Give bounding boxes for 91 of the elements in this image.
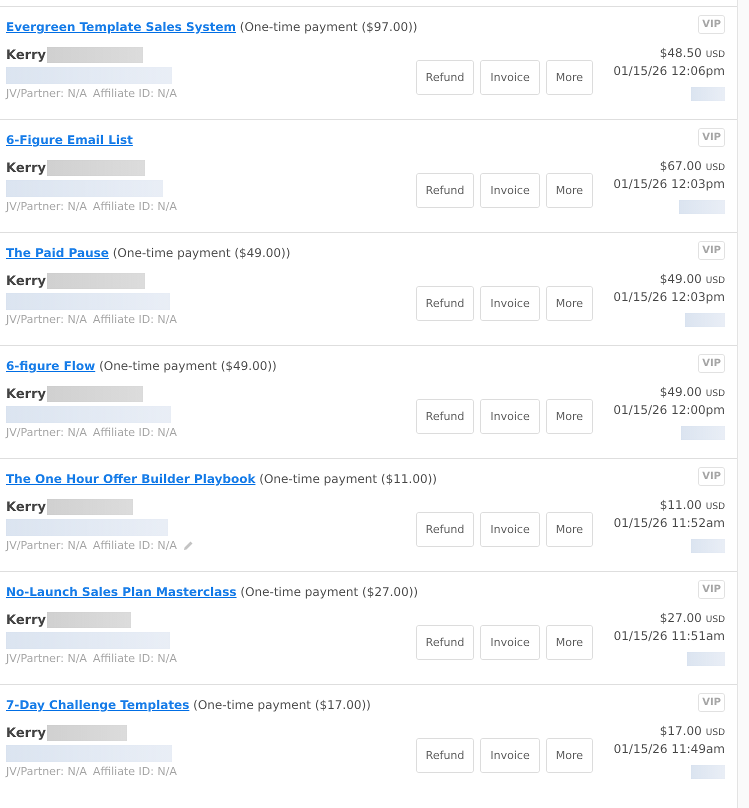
amount: $49.00 <box>660 385 702 399</box>
vip-badge: VIP <box>698 15 725 34</box>
order-date: 01/15/26 11:49am <box>614 742 725 756</box>
action-button[interactable]: More <box>546 512 593 547</box>
product-link[interactable]: Evergreen Template Sales System <box>6 20 236 34</box>
partner-label: JV/Partner: N/A <box>6 87 87 100</box>
vip-badge: VIP <box>698 241 725 260</box>
pencil-icon[interactable] <box>182 540 194 551</box>
currency: USD <box>706 502 725 512</box>
payment-terms: (One-time payment ($49.00)) <box>99 359 277 373</box>
action-button[interactable]: Refund <box>416 512 474 547</box>
payment-terms: (One-time payment ($49.00)) <box>112 246 290 260</box>
action-button[interactable]: Refund <box>416 738 474 773</box>
partner-label: JV/Partner: N/A <box>6 652 87 665</box>
action-button[interactable]: Invoice <box>480 60 540 95</box>
payment-terms: (One-time payment ($27.00)) <box>240 585 418 599</box>
order-date: 01/15/26 11:51am <box>614 629 725 643</box>
affiliate-label: Affiliate ID: N/A <box>92 426 177 439</box>
affiliate-label: Affiliate ID: N/A <box>92 652 177 665</box>
vip-badge: VIP <box>698 467 725 486</box>
customer-name: Kerry <box>6 726 46 740</box>
amount: $27.00 <box>660 611 702 625</box>
order-date: 01/15/26 12:00pm <box>613 403 725 417</box>
action-button[interactable]: Invoice <box>480 286 540 321</box>
order-date: 01/15/26 12:03pm <box>613 290 725 304</box>
customer-name: Kerry <box>6 160 46 176</box>
action-button[interactable]: More <box>546 399 593 434</box>
action-button[interactable]: More <box>546 286 593 321</box>
payment-terms: (One-time payment ($17.00)) <box>193 698 371 712</box>
product-link[interactable]: 7-Day Challenge Templates <box>6 698 190 712</box>
currency: USD <box>706 728 725 738</box>
currency: USD <box>706 615 725 625</box>
vip-badge: VIP <box>698 128 725 147</box>
payment-terms: (One-time payment ($97.00)) <box>240 20 418 34</box>
amount: $49.00 <box>660 272 702 286</box>
redaction-bar <box>679 200 725 214</box>
amount: $11.00 <box>660 498 702 512</box>
product-link[interactable]: 6-figure Flow <box>6 359 96 373</box>
action-button[interactable]: Invoice <box>480 738 540 773</box>
product-link[interactable]: 6-Figure Email List <box>6 133 133 147</box>
customer-name: Kerry <box>6 612 46 628</box>
action-button[interactable]: More <box>546 625 593 660</box>
redaction-bar <box>691 539 725 553</box>
vip-badge: VIP <box>698 580 725 599</box>
partner-label: JV/Partner: N/A <box>6 426 87 439</box>
affiliate-label: Affiliate ID: N/A <box>92 313 177 326</box>
payment-terms: (One-time payment ($11.00)) <box>259 472 437 486</box>
vip-badge: VIP <box>698 693 725 712</box>
amount: $17.00 <box>660 724 702 738</box>
action-button[interactable]: Refund <box>416 399 474 434</box>
partner-label: JV/Partner: N/A <box>6 765 87 778</box>
action-button[interactable]: Refund <box>416 173 474 208</box>
order-date: 01/15/26 12:06pm <box>613 64 725 78</box>
action-button[interactable]: Refund <box>416 286 474 321</box>
action-button[interactable]: More <box>546 738 593 773</box>
product-link[interactable]: The One Hour Offer Builder Playbook <box>6 472 256 486</box>
affiliate-label: Affiliate ID: N/A <box>92 87 177 100</box>
affiliate-label: Affiliate ID: N/A <box>92 200 177 213</box>
currency: USD <box>706 50 725 60</box>
currency: USD <box>706 389 725 399</box>
amount: $67.00 <box>660 159 702 173</box>
action-button[interactable]: Refund <box>416 625 474 660</box>
affiliate-label: Affiliate ID: N/A <box>92 539 177 552</box>
redaction-bar <box>691 765 725 779</box>
order-date: 01/15/26 11:52am <box>614 516 725 530</box>
partner-label: JV/Partner: N/A <box>6 539 87 552</box>
partner-label: JV/Partner: N/A <box>6 200 87 213</box>
currency: USD <box>706 163 725 173</box>
partner-label: JV/Partner: N/A <box>6 313 87 326</box>
action-button[interactable]: More <box>546 60 593 95</box>
redaction-bar <box>691 87 725 101</box>
currency: USD <box>706 276 725 286</box>
action-button[interactable]: Invoice <box>480 625 540 660</box>
redaction-bar <box>681 426 725 440</box>
action-button[interactable]: Invoice <box>480 173 540 208</box>
affiliate-label: Affiliate ID: N/A <box>92 765 177 778</box>
action-button[interactable]: More <box>546 173 593 208</box>
product-link[interactable]: The Paid Pause <box>6 246 109 260</box>
action-button[interactable]: Refund <box>416 60 474 95</box>
redaction-bar <box>685 313 725 327</box>
vip-badge: VIP <box>698 354 725 373</box>
product-link[interactable]: No-Launch Sales Plan Masterclass <box>6 585 237 599</box>
order-date: 01/15/26 12:03pm <box>613 177 725 191</box>
redaction-bar <box>687 652 725 666</box>
action-button[interactable]: Invoice <box>480 399 540 434</box>
customer-name: Kerry <box>6 48 46 62</box>
action-button[interactable]: Invoice <box>480 512 540 547</box>
customer-name: Kerry <box>6 274 46 288</box>
amount: $48.50 <box>660 46 702 60</box>
customer-name: Kerry <box>6 386 46 402</box>
customer-name: Kerry <box>6 500 46 514</box>
